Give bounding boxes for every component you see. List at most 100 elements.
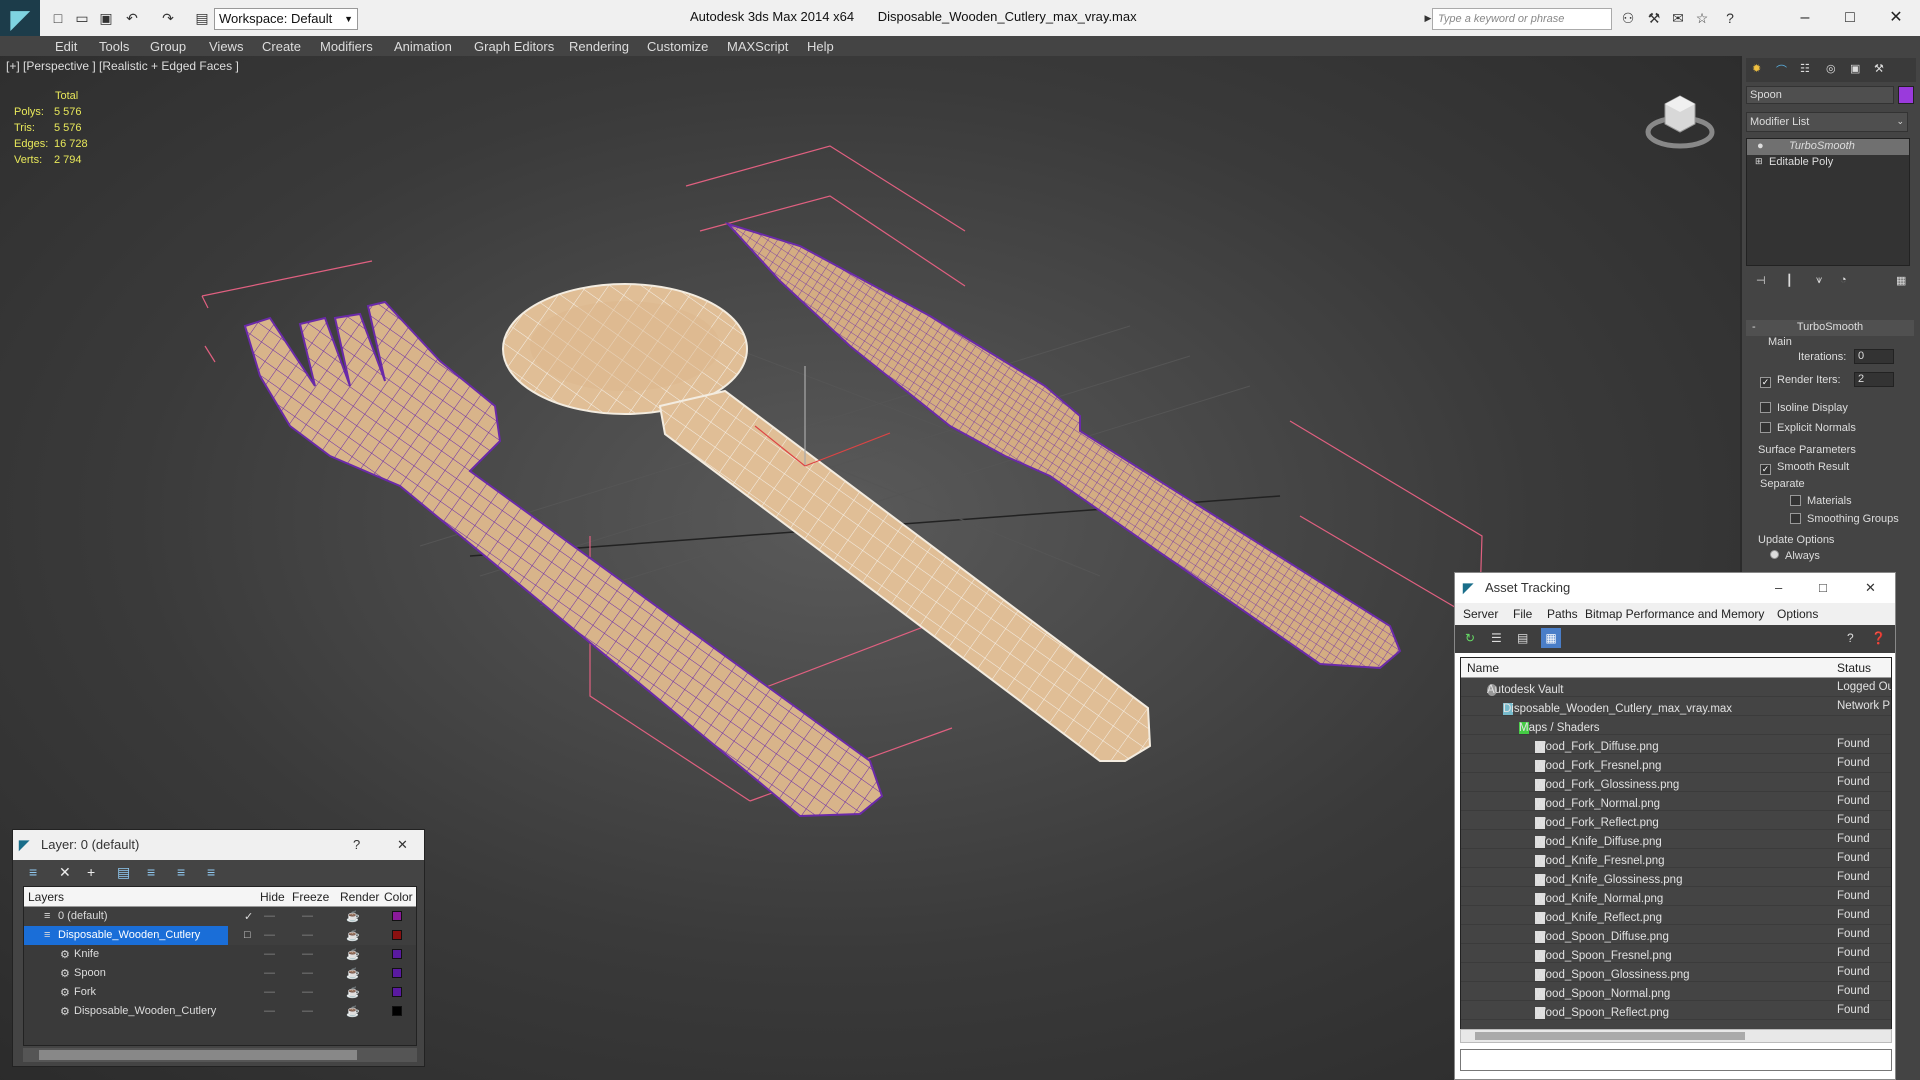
create-layer-icon[interactable]: ≡: [29, 864, 37, 880]
render-iters-spinner[interactable]: 2: [1854, 372, 1894, 387]
favorites-star-icon[interactable]: ☆: [1692, 8, 1712, 28]
freeze-toggle[interactable]: —: [302, 967, 313, 979]
freeze-toggle[interactable]: —: [302, 1005, 313, 1017]
asset-row[interactable]: Wood_Knife_Normal.png Found: [1461, 887, 1891, 906]
scrollbar-thumb[interactable]: [39, 1050, 357, 1060]
motion-tab-icon[interactable]: ◎: [1826, 62, 1836, 75]
asset-row[interactable]: Wood_Fork_Reflect.png Found: [1461, 811, 1891, 830]
asset-row[interactable]: Wood_Spoon_Reflect.png Found: [1461, 1001, 1891, 1020]
asset-row[interactable]: Wood_Spoon_Normal.png Found: [1461, 982, 1891, 1001]
layer-row[interactable]: ≡ 0 (default) ✓ — — ☕: [24, 907, 416, 926]
asset-menu-options[interactable]: Options: [1777, 607, 1818, 621]
rollout-turbosmooth-header[interactable]: - TurboSmooth: [1746, 320, 1914, 336]
lightbulb-icon[interactable]: ●: [1757, 140, 1764, 152]
object-color-swatch[interactable]: [1898, 86, 1914, 104]
asset-row[interactable]: Wood_Knife_Glossiness.png Found: [1461, 868, 1891, 887]
layer-window-titlebar[interactable]: ◤ Layer: 0 (default) ? ✕: [13, 830, 424, 860]
layer-row[interactable]: ≡ Disposable_Wooden_Cutlery □ — — ☕: [24, 926, 416, 945]
save-icon[interactable]: ▣: [96, 8, 116, 28]
iterations-spinner[interactable]: 0: [1854, 349, 1894, 364]
open-file-icon[interactable]: ▭: [72, 8, 92, 28]
close-icon[interactable]: ✕: [1876, 5, 1916, 31]
asset-menu-server[interactable]: Server: [1463, 607, 1498, 621]
hide-toggle[interactable]: —: [264, 967, 275, 979]
menu-graph-editors[interactable]: Graph Editors: [474, 39, 554, 54]
help-icon[interactable]: ?: [353, 830, 360, 860]
modify-tab-icon[interactable]: ⌒: [1776, 62, 1787, 78]
modifier-list-dropdown[interactable]: Modifier List ⌄: [1746, 112, 1908, 132]
isoline-checkbox[interactable]: [1760, 402, 1771, 413]
help-icon[interactable]: ?: [1720, 8, 1740, 28]
col-status[interactable]: Status: [1837, 661, 1871, 675]
asset-window-titlebar[interactable]: ◤ Asset Tracking – □ ✕: [1455, 573, 1895, 603]
minimize-icon[interactable]: –: [1775, 573, 1782, 603]
menu-modifiers[interactable]: Modifiers: [320, 39, 373, 54]
layer-color-swatch[interactable]: [392, 1006, 402, 1016]
hide-all-icon[interactable]: ≡: [177, 864, 185, 880]
menu-group[interactable]: Group: [150, 39, 186, 54]
layer-color-swatch[interactable]: [392, 930, 402, 940]
menu-create[interactable]: Create: [262, 39, 301, 54]
hierarchy-tab-icon[interactable]: ☷: [1800, 62, 1810, 75]
explicit-normals-checkbox[interactable]: [1760, 422, 1771, 433]
menu-tools[interactable]: Tools: [99, 39, 129, 54]
render-teapot-icon[interactable]: ☕: [346, 948, 360, 961]
asset-row[interactable]: Disposable_Wooden_Cutlery_max_vray.max Ne…: [1461, 697, 1891, 716]
stack-item-editable-poly[interactable]: ⊞ Editable Poly: [1747, 155, 1909, 171]
delete-layer-icon[interactable]: ✕: [59, 864, 71, 881]
utilities-tab-icon[interactable]: ⚒: [1874, 62, 1884, 75]
menu-help[interactable]: Help: [807, 39, 834, 54]
always-radio[interactable]: [1770, 550, 1779, 559]
hide-toggle[interactable]: —: [264, 1005, 275, 1017]
menu-customize[interactable]: Customize: [647, 39, 708, 54]
hide-toggle[interactable]: —: [264, 948, 275, 960]
help-icon[interactable]: ?: [1847, 631, 1854, 645]
render-teapot-icon[interactable]: ☕: [346, 929, 360, 942]
freeze-toggle[interactable]: —: [302, 986, 313, 998]
close-icon[interactable]: ✕: [397, 830, 408, 860]
make-unique-icon[interactable]: ⩛: [1816, 274, 1822, 287]
layer-row[interactable]: ⚙ Knife — — ☕: [24, 945, 416, 964]
asset-row[interactable]: Wood_Fork_Diffuse.png Found: [1461, 735, 1891, 754]
new-file-icon[interactable]: □: [48, 8, 68, 28]
app-logo-icon[interactable]: ◤: [0, 0, 40, 40]
col-freeze[interactable]: Freeze: [292, 890, 329, 904]
freeze-toggle[interactable]: —: [302, 929, 313, 941]
search-input[interactable]: Type a keyword or phrase: [1432, 8, 1612, 30]
menu-maxscript[interactable]: MAXScript: [727, 39, 788, 54]
asset-menu-file[interactable]: File: [1513, 607, 1532, 621]
asset-row[interactable]: Wood_Spoon_Glossiness.png Found: [1461, 963, 1891, 982]
asset-row[interactable]: Wood_Spoon_Diffuse.png Found: [1461, 925, 1891, 944]
communication-icon[interactable]: ✉: [1668, 8, 1688, 28]
asset-row[interactable]: Autodesk Vault Logged Ou: [1461, 678, 1891, 697]
layer-row[interactable]: ⚙ Fork — — ☕: [24, 983, 416, 1002]
render-teapot-icon[interactable]: ☕: [346, 1005, 360, 1018]
smoothing-groups-checkbox[interactable]: [1790, 513, 1801, 524]
render-teapot-icon[interactable]: ☕: [346, 910, 360, 923]
hide-toggle[interactable]: —: [264, 929, 275, 941]
asset-row[interactable]: Wood_Fork_Fresnel.png Found: [1461, 754, 1891, 773]
list-view-icon[interactable]: ☰: [1491, 631, 1502, 645]
col-name[interactable]: Name: [1467, 661, 1499, 675]
pin-stack-icon[interactable]: ⊣: [1756, 274, 1766, 287]
select-layer-icon[interactable]: ▤: [117, 864, 130, 881]
freeze-toggle[interactable]: —: [302, 948, 313, 960]
project-folder-icon[interactable]: ▤: [192, 8, 212, 28]
col-hide[interactable]: Hide: [260, 890, 285, 904]
menu-rendering[interactable]: Rendering: [569, 39, 629, 54]
layer-row[interactable]: ⚙ Disposable_Wooden_Cutlery — — ☕: [24, 1002, 416, 1021]
menu-views[interactable]: Views: [209, 39, 243, 54]
object-name-field[interactable]: Spoon: [1746, 86, 1894, 104]
stack-item-turbosmooth[interactable]: ● TurboSmooth: [1747, 139, 1909, 155]
asset-menu-bitmap-performance[interactable]: Bitmap Performance and Memory: [1585, 607, 1764, 621]
layer-color-swatch[interactable]: [392, 987, 402, 997]
asset-row[interactable]: Wood_Fork_Normal.png Found: [1461, 792, 1891, 811]
highlight-layer-icon[interactable]: ≡: [147, 864, 155, 880]
col-layers[interactable]: Layers: [28, 890, 64, 904]
hide-toggle[interactable]: —: [264, 986, 275, 998]
redo-icon[interactable]: ↷: [158, 8, 178, 28]
freeze-all-icon[interactable]: ≡: [207, 864, 215, 880]
maximize-icon[interactable]: □: [1819, 573, 1827, 603]
asset-row[interactable]: Wood_Knife_Reflect.png Found: [1461, 906, 1891, 925]
asset-row[interactable]: Wood_Knife_Diffuse.png Found: [1461, 830, 1891, 849]
